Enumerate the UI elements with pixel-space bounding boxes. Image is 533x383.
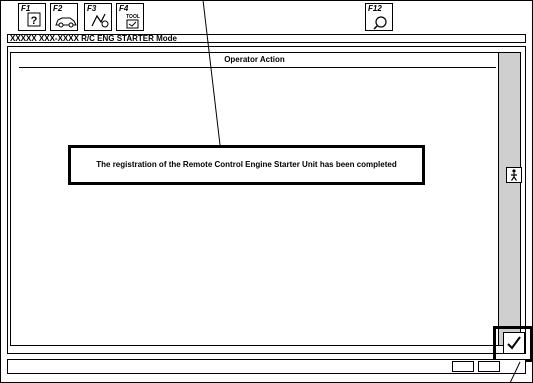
callout-line-message: [202, 0, 221, 146]
callout-lines: [202, 0, 521, 383]
callout-line-ok: [509, 361, 521, 383]
